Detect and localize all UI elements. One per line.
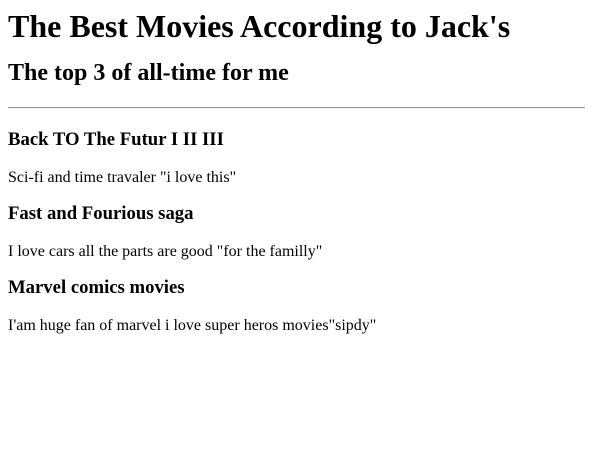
movie-description: I'am huge fan of marvel i love super her… [8, 317, 377, 334]
movie-title: Marvel comics movies [8, 277, 185, 298]
movie-list: Back TO The Futur I II III Sci-fi and ti… [8, 129, 585, 335]
movie-description: Sci-fi and time travaler "i love this" [8, 169, 237, 186]
movie-title: Back TO The Futur I II III [8, 129, 224, 150]
page: The Best Movies According to Jack's The … [0, 0, 593, 335]
movie-item: Fast and Fourious saga I love cars all t… [8, 203, 585, 261]
divider [8, 107, 585, 109]
page-title: The Best Movies According to Jack's [8, 8, 511, 44]
movie-title: Fast and Fourious saga [8, 203, 194, 224]
movie-description: I love cars all the parts are good "for … [8, 243, 323, 260]
movie-item: Back TO The Futur I II III Sci-fi and ti… [8, 129, 585, 187]
movie-item: Marvel comics movies I'am huge fan of ma… [8, 277, 585, 335]
page-subtitle: The top 3 of all-time for me [8, 60, 289, 86]
